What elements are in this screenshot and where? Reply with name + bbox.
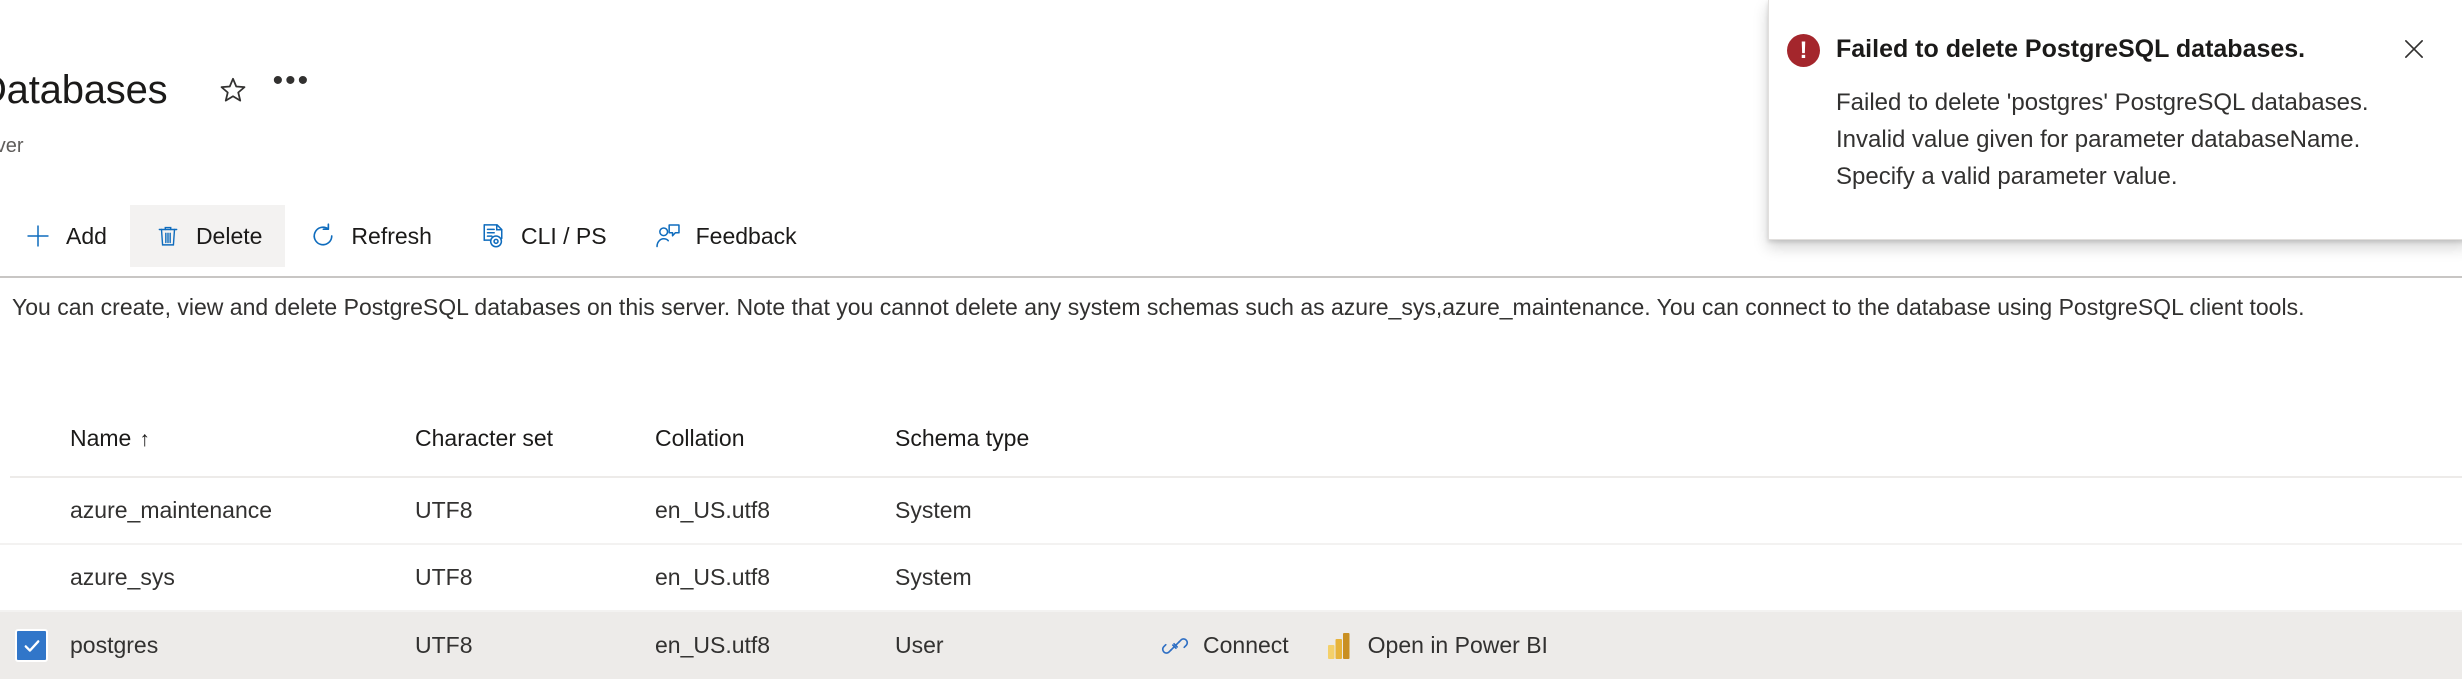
table-header-row: Name ↑ Character set Collation Schema typ… (10, 400, 2462, 478)
delete-button-label: Delete (195, 222, 263, 249)
row-collation: en_US.utf8 (655, 564, 771, 590)
connect-action[interactable]: Connect (1160, 631, 1289, 661)
row-schema-type: System (895, 497, 972, 523)
exclamation-glyph: ! (1799, 36, 1808, 64)
page-title: Databases (0, 68, 168, 112)
row-name: azure_maintenance (70, 497, 273, 523)
page-subtitle: erver (0, 135, 24, 157)
row-select-cell[interactable] (15, 629, 70, 662)
column-header-name-label: Name (70, 424, 132, 451)
sort-ascending-icon: ↑ (139, 427, 150, 451)
row-name: postgres (70, 632, 159, 658)
plus-icon (23, 221, 53, 251)
cli-ps-button[interactable]: CLI / PS (455, 205, 630, 267)
row-collation: en_US.utf8 (655, 497, 771, 523)
page-root: Databases ••• erver Add (0, 0, 2462, 688)
table-row[interactable]: azure_maintenance UTF8 en_US.utf8 System (0, 478, 2462, 545)
open-in-power-bi-label: Open in Power BI (1367, 632, 1548, 658)
feedback-icon (653, 221, 683, 251)
command-bar-divider (0, 276, 2462, 278)
table-row[interactable]: postgres UTF8 en_US.utf8 User Connect Op… (0, 612, 2462, 679)
add-button-label: Add (66, 222, 107, 249)
notification-title: Failed to delete PostgreSQL databases. (1836, 35, 2306, 63)
more-options-icon[interactable]: ••• (265, 64, 317, 116)
column-header-collation[interactable]: Collation (655, 425, 895, 452)
ellipsis-glyph: ••• (272, 64, 311, 97)
description-text: You can create, view and delete PostgreS… (12, 294, 2305, 320)
page-header: Databases ••• (0, 64, 317, 116)
open-in-power-bi-action[interactable]: Open in Power BI (1325, 631, 1548, 661)
add-button[interactable]: Add (0, 205, 130, 267)
notification-message: Failed to delete 'postgres' PostgreSQL d… (1836, 89, 2369, 190)
cli-ps-button-label: CLI / PS (520, 222, 607, 249)
power-bi-icon (1325, 631, 1355, 661)
row-name: azure_sys (70, 564, 175, 590)
column-header-character-set[interactable]: Character set (415, 425, 655, 452)
databases-table: Name ↑ Character set Collation Schema typ… (0, 400, 2462, 679)
row-character-set: UTF8 (415, 497, 473, 523)
table-row[interactable]: azure_sys UTF8 en_US.utf8 System (0, 545, 2462, 612)
row-character-set: UTF8 (415, 564, 473, 590)
notification-header: ! Failed to delete PostgreSQL databases. (1787, 32, 2433, 68)
row-character-set: UTF8 (415, 632, 473, 658)
refresh-button[interactable]: Refresh (285, 205, 455, 267)
feedback-button-label: Feedback (695, 222, 797, 249)
favorite-star-icon[interactable] (207, 64, 259, 116)
row-actions: Connect Open in Power BI (1160, 631, 2462, 661)
error-exclamation-icon: ! (1787, 34, 1820, 67)
row-schema-type: System (895, 564, 972, 590)
cli-ps-icon (478, 221, 508, 251)
row-schema-type: User (895, 632, 944, 658)
column-header-schema-type[interactable]: Schema type (895, 425, 1160, 452)
trash-icon (153, 221, 183, 251)
delete-button[interactable]: Delete (129, 205, 286, 267)
row-collation: en_US.utf8 (655, 632, 771, 658)
command-bar: Add Delete Refresh CLI / PS Feedback (0, 205, 820, 267)
connect-action-label: Connect (1203, 632, 1289, 658)
row-checkbox-checked[interactable] (15, 629, 48, 662)
plug-connect-icon (1160, 631, 1190, 661)
column-header-name[interactable]: Name ↑ (70, 425, 415, 452)
close-icon[interactable] (2395, 30, 2433, 68)
refresh-icon (308, 221, 338, 251)
feedback-button[interactable]: Feedback (630, 205, 820, 267)
refresh-button-label: Refresh (351, 222, 432, 249)
error-notification-toast: ! Failed to delete PostgreSQL databases.… (1768, 0, 2462, 240)
